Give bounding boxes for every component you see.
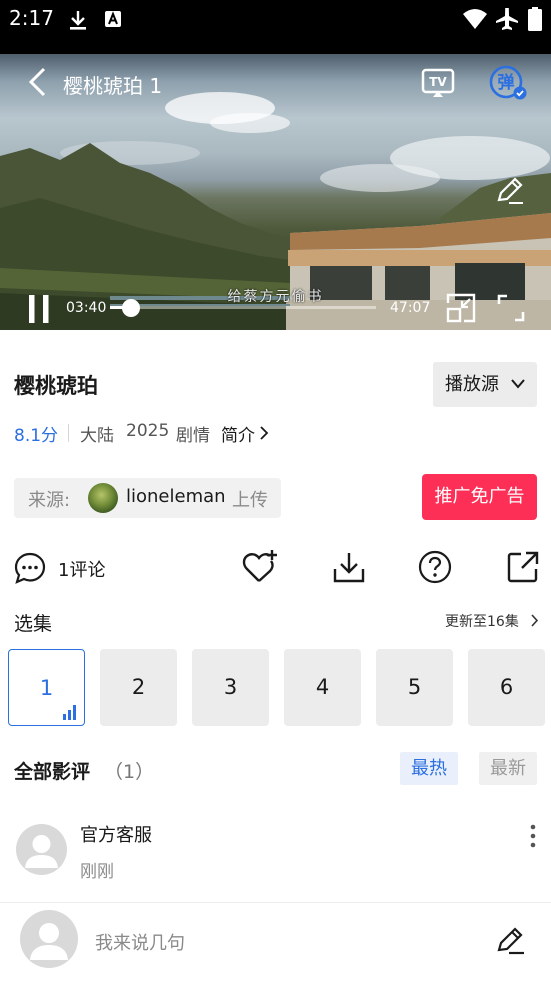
intro-link[interactable]: 简介	[221, 421, 255, 446]
video-player[interactable]: 樱桃琥珀 1 TV 弹 给蔡方元偷书 03:40 47:07	[0, 38, 551, 346]
episode-number: 4	[315, 675, 330, 699]
default-avatar-icon	[25, 835, 58, 868]
picture-in-picture-icon[interactable]	[446, 293, 476, 323]
danmaku-icon-label: 弹	[498, 72, 515, 93]
reviews-count: （1）	[104, 761, 155, 783]
play-source-label: 播放源	[445, 374, 499, 395]
app-notification-icon	[105, 11, 121, 27]
show-title: 樱桃琥珀	[14, 374, 98, 398]
chevron-right-icon	[260, 426, 269, 440]
episode-number: 2	[131, 675, 146, 699]
episodes-title: 选集	[14, 613, 53, 635]
uploader-avatar	[88, 483, 118, 513]
review-time: 刚刚	[80, 862, 114, 882]
region: 大陆	[80, 426, 114, 446]
share-icon[interactable]	[507, 551, 539, 583]
source-label: 来源:	[28, 490, 71, 511]
status-bar: 2:17	[0, 0, 551, 38]
wifi-icon	[463, 9, 487, 29]
episode-button[interactable]: 6	[468, 649, 545, 726]
reviews-title: 全部影评	[14, 761, 91, 783]
episodes-update-link[interactable]: 更新至16集	[445, 611, 519, 631]
status-time: 2:17	[9, 6, 54, 30]
episode-number: 3	[223, 675, 238, 699]
sort-hot-button[interactable]: 最热	[400, 752, 458, 785]
write-comment-icon[interactable]	[496, 925, 526, 955]
episode-number: 5	[407, 675, 422, 699]
comment-icon[interactable]	[13, 551, 47, 585]
episode-button[interactable]: 2	[100, 649, 177, 726]
cast-tv-icon[interactable]: TV	[421, 66, 455, 100]
review-author[interactable]: 官方客服	[80, 821, 152, 847]
meta-divider	[68, 424, 69, 442]
back-arrow-icon[interactable]	[26, 66, 48, 98]
episode-button[interactable]: 1	[8, 649, 85, 726]
pause-icon[interactable]	[26, 293, 52, 325]
episode-button[interactable]: 4	[284, 649, 361, 726]
sort-new-button[interactable]: 最新	[479, 752, 537, 785]
uploader-name: lioneleman	[126, 486, 226, 507]
comment-count[interactable]: 1评论	[58, 556, 105, 582]
danmaku-toggle-icon[interactable]: 弹	[488, 64, 528, 102]
now-playing-icon	[63, 705, 76, 720]
my-avatar[interactable]	[20, 910, 78, 968]
episode-number: 1	[39, 676, 54, 700]
episode-button[interactable]: 3	[192, 649, 269, 726]
reviewer-avatar[interactable]	[16, 824, 67, 875]
genre: 剧情	[176, 426, 210, 446]
play-source-button[interactable]: 播放源	[433, 362, 537, 407]
more-options-icon[interactable]	[528, 824, 538, 848]
uploader-pill[interactable]: 来源: lioneleman 上传	[14, 478, 281, 518]
chevron-down-icon	[511, 379, 525, 389]
progress-knob[interactable]	[121, 299, 140, 317]
help-icon[interactable]	[418, 550, 452, 584]
default-avatar-icon	[30, 923, 68, 960]
battery-icon	[528, 7, 542, 31]
rating: 8.1分	[14, 426, 59, 446]
download-icon[interactable]	[332, 550, 366, 584]
episode-number: 6	[499, 675, 514, 699]
video-title: 樱桃琥珀 1	[63, 74, 163, 98]
comment-input[interactable]: 我来说几句	[95, 929, 185, 955]
uploaded-suffix: 上传	[232, 490, 268, 511]
edit-danmaku-icon[interactable]	[495, 176, 525, 206]
promo-no-ads-button[interactable]: 推广免广告	[422, 474, 537, 520]
year: 2025	[126, 421, 170, 441]
comment-composer-bar	[0, 902, 551, 981]
episode-button[interactable]: 5	[376, 649, 453, 726]
duration: 47:07	[390, 300, 431, 316]
tv-icon-label: TV	[429, 75, 447, 89]
fullscreen-icon[interactable]	[497, 294, 525, 322]
progress-track[interactable]	[110, 306, 376, 309]
chevron-right-icon	[531, 614, 539, 627]
download-icon	[70, 11, 86, 30]
current-time: 03:40	[66, 300, 107, 316]
favorite-add-icon[interactable]	[242, 549, 280, 585]
airplane-mode-icon	[496, 8, 518, 30]
